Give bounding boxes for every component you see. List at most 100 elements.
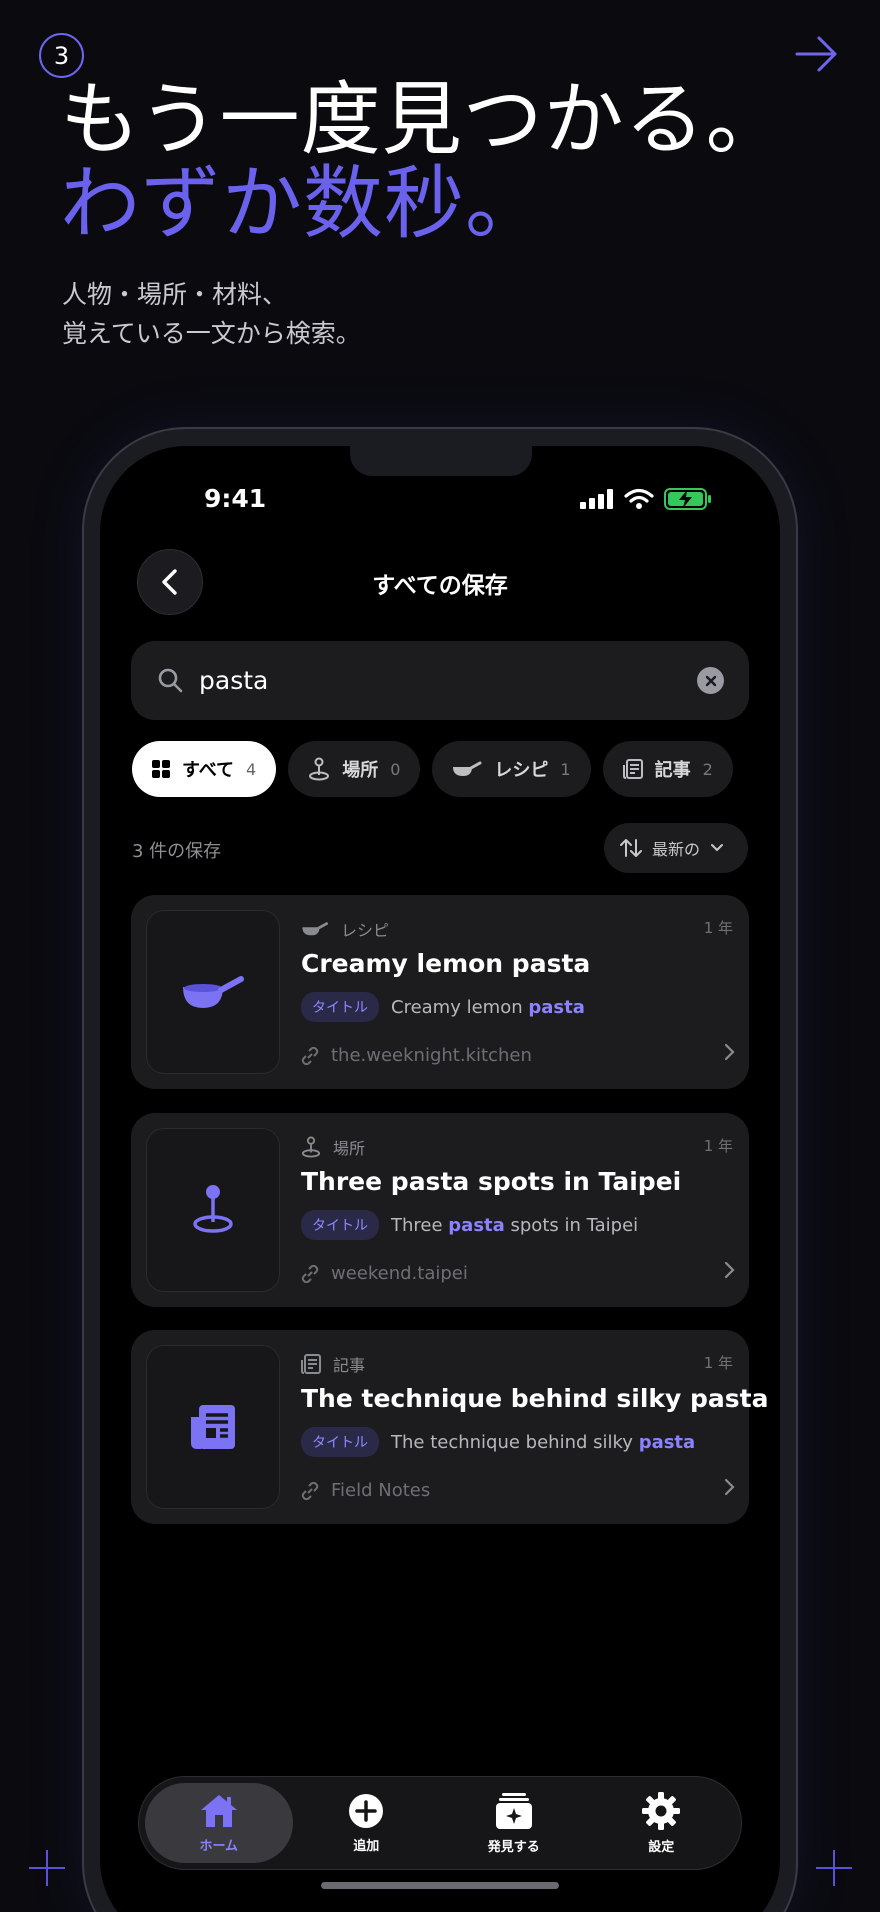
pan-icon xyxy=(453,761,482,776)
filter-chip-label: すべて xyxy=(182,760,235,781)
chevron-right-icon xyxy=(724,1043,735,1061)
card-category: 記事 xyxy=(301,1352,365,1376)
subheadline-line-1: 人物・場所・材料、 xyxy=(62,280,288,309)
chevron-right-icon xyxy=(724,1478,735,1496)
pin-icon xyxy=(193,1185,233,1233)
card-category: レシピ xyxy=(301,917,389,941)
result-card[interactable]: 記事 1 年 The technique behind silky pasta … xyxy=(131,1330,768,1524)
pin-icon xyxy=(309,757,330,781)
match-snippet: Three pasta spots in Taipei xyxy=(391,1215,638,1236)
card-source-label: Field Notes xyxy=(331,1480,431,1501)
headline-line-1: もう一度見つかる。 xyxy=(60,73,787,166)
subheadline: 人物・場所・材料、 覚えている一文から検索。 xyxy=(62,275,361,353)
card-age: 1 年 xyxy=(703,1354,733,1372)
link-icon xyxy=(301,1264,319,1283)
card-title: The technique behind silky pasta xyxy=(301,1384,769,1413)
search-value: pasta xyxy=(199,666,269,695)
tab-label: 発見する xyxy=(487,1839,540,1855)
card-age: 1 年 xyxy=(703,1137,733,1155)
discover-icon xyxy=(495,1792,532,1829)
chevron-down-icon xyxy=(711,844,724,852)
match-field-tag: タイトル xyxy=(301,1210,379,1240)
home-icon xyxy=(200,1794,237,1827)
tab-home[interactable]: ホーム xyxy=(145,1783,293,1863)
card-source-label: weekend.taipei xyxy=(331,1263,468,1284)
filter-chip-all[interactable]: すべて 4 xyxy=(132,741,277,797)
signal-icon xyxy=(580,489,613,509)
filter-chip-label: レシピ xyxy=(494,760,549,781)
results-count: 3 件の保存 xyxy=(132,841,222,862)
tab-label: 設定 xyxy=(648,1839,675,1855)
search-icon xyxy=(158,668,183,693)
phone-screen: 9:41 すべての保存 pasta すべて 4 場所 0 レシピ 1 記事 2 … xyxy=(100,446,780,1912)
filter-chip-places[interactable]: 場所 0 xyxy=(288,741,421,797)
match-field-tag: タイトル xyxy=(301,992,379,1022)
match-highlight: pasta xyxy=(448,1214,505,1236)
chevron-right-icon xyxy=(724,1261,735,1279)
sort-icon xyxy=(620,839,642,857)
tab-add[interactable]: 追加 xyxy=(293,1783,441,1863)
filter-chip-count: 0 xyxy=(390,759,401,779)
match-text: spots in Taipei xyxy=(504,1214,639,1236)
filter-chip-count: 2 xyxy=(702,759,713,779)
card-thumbnail xyxy=(146,1128,280,1292)
tab-label: ホーム xyxy=(199,1838,239,1854)
filter-chip-articles[interactable]: 記事 2 xyxy=(602,741,733,797)
card-source: Field Notes xyxy=(301,1480,430,1501)
card-match: タイトル The technique behind silky pasta xyxy=(301,1427,695,1457)
card-thumbnail xyxy=(146,1345,280,1509)
match-highlight: pasta xyxy=(528,996,585,1018)
home-indicator xyxy=(321,1882,559,1889)
sort-button[interactable]: 最新の xyxy=(604,823,748,873)
match-snippet: The technique behind silky pasta xyxy=(391,1432,695,1453)
grid-icon xyxy=(152,760,170,778)
pan-icon xyxy=(302,922,329,936)
filter-chip-recipes[interactable]: レシピ 1 xyxy=(432,741,591,797)
match-text: Three xyxy=(391,1214,449,1236)
match-field-tag: タイトル xyxy=(301,1427,379,1457)
filter-chip-count: 4 xyxy=(246,759,257,779)
result-card[interactable]: レシピ 1 年 Creamy lemon pasta タイトル Creamy l… xyxy=(131,895,749,1089)
tab-bar: ホーム 追加 発見する 設定 xyxy=(138,1776,742,1870)
pin-icon xyxy=(301,1136,321,1158)
filter-chip-count: 1 xyxy=(560,759,571,779)
article-icon xyxy=(191,1405,235,1449)
plus-decoration-icon xyxy=(29,1850,65,1886)
battery-charging-icon xyxy=(664,488,711,510)
match-text: Creamy lemon xyxy=(391,996,529,1018)
tab-label: 追加 xyxy=(353,1838,380,1854)
card-category-label: 記事 xyxy=(333,1356,366,1375)
article-icon xyxy=(622,759,643,779)
status-time: 9:41 xyxy=(204,484,267,513)
search-input[interactable]: pasta xyxy=(131,641,749,720)
article-icon xyxy=(301,1354,321,1374)
sort-label: 最新の xyxy=(652,840,701,859)
card-title: Creamy lemon pasta xyxy=(301,949,591,978)
arrow-right-icon[interactable] xyxy=(793,30,841,78)
wifi-icon xyxy=(624,488,654,509)
card-source-label: the.weeknight.kitchen xyxy=(331,1045,532,1066)
card-match: タイトル Three pasta spots in Taipei xyxy=(301,1210,638,1240)
tab-settings[interactable]: 設定 xyxy=(588,1783,736,1863)
card-category-label: レシピ xyxy=(341,921,390,940)
result-card[interactable]: 場所 1 年 Three pasta spots in Taipei タイトル … xyxy=(131,1113,749,1307)
card-source: weekend.taipei xyxy=(301,1263,468,1284)
headline: もう一度見つかる。 わずか数秒。 xyxy=(60,78,787,246)
match-snippet: Creamy lemon pasta xyxy=(391,997,585,1018)
plus-circle-icon xyxy=(349,1793,384,1828)
status-icons xyxy=(580,488,712,510)
match-text: The technique behind silky xyxy=(391,1431,639,1453)
headline-line-2: わずか数秒。 xyxy=(60,157,546,250)
tab-discover[interactable]: 発見する xyxy=(440,1783,588,1863)
subheadline-line-2: 覚えている一文から検索。 xyxy=(62,319,361,348)
clear-search-button[interactable] xyxy=(697,667,724,694)
page-title: すべての保存 xyxy=(372,573,508,599)
card-category-label: 場所 xyxy=(333,1139,366,1158)
filter-chip-label: 場所 xyxy=(342,760,379,781)
pan-icon xyxy=(183,976,244,1008)
dynamic-island xyxy=(350,446,532,476)
link-icon xyxy=(301,1046,319,1065)
close-icon xyxy=(705,675,716,686)
match-highlight: pasta xyxy=(638,1431,696,1453)
filter-chip-label: 記事 xyxy=(654,760,691,781)
